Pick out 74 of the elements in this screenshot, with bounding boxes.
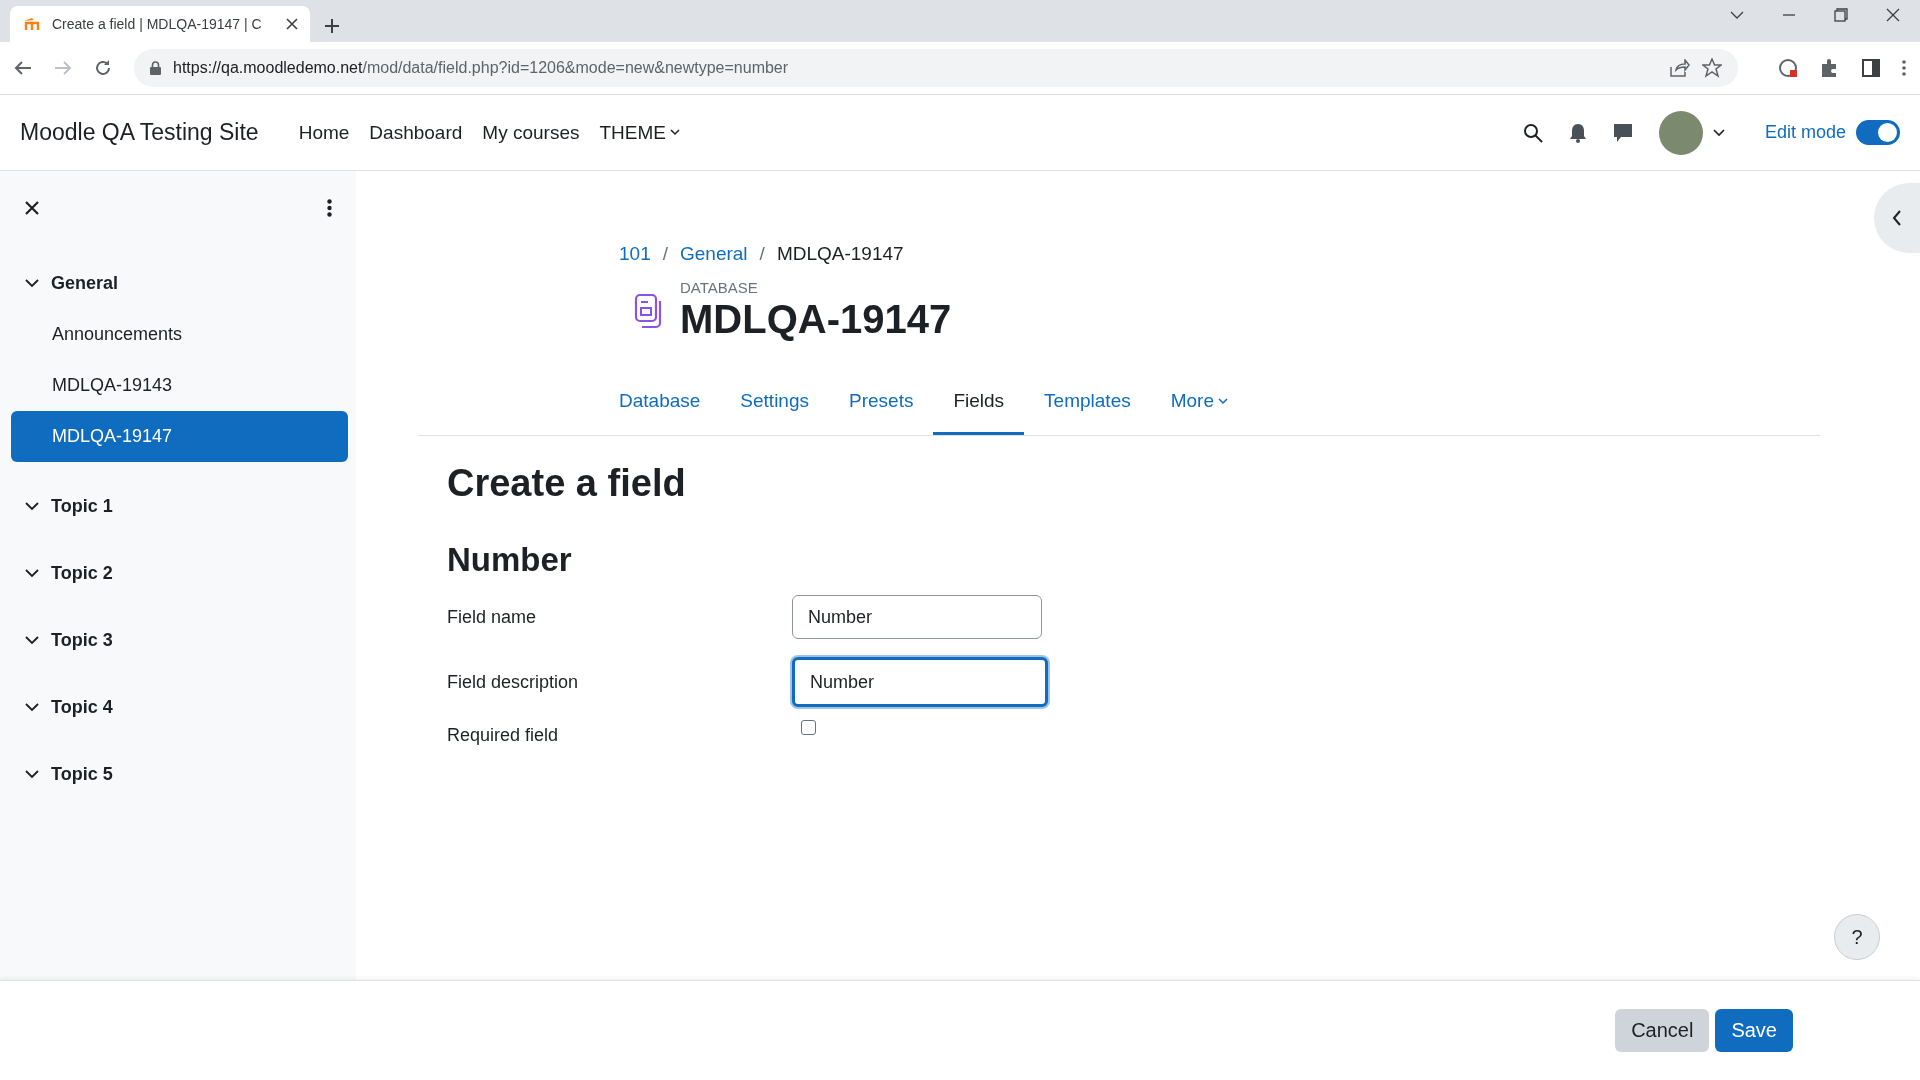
nav-link[interactable]: My courses	[482, 121, 580, 144]
breadcrumb-separator: /	[759, 243, 765, 265]
nav-link[interactable]: Home	[298, 121, 350, 144]
reload-icon[interactable]	[94, 59, 112, 77]
close-icon[interactable]	[1886, 8, 1900, 22]
nav-tab[interactable]: Fields	[933, 376, 1025, 435]
chevron-down-icon	[25, 502, 39, 511]
section-toggle[interactable]: Topic 2	[11, 551, 348, 596]
breadcrumb-link[interactable]: 101	[619, 243, 651, 265]
nav-tab[interactable]: Settings	[720, 376, 829, 435]
field-label: Required field	[447, 725, 560, 746]
chevron-down-icon	[25, 569, 39, 578]
section-heading: Number	[447, 541, 573, 579]
text-field[interactable]: Number	[792, 657, 1048, 707]
nav-link[interactable]: Dashboard	[369, 121, 463, 144]
chevron-left-icon	[1892, 210, 1902, 226]
sidebar-item[interactable]: MDLQA-19147	[11, 411, 348, 462]
kebab-menu-icon[interactable]	[327, 199, 332, 217]
site-name[interactable]: Moodle QA Testing Site	[20, 119, 259, 146]
save-button[interactable]: Save	[1715, 1009, 1793, 1052]
close-icon[interactable]	[286, 18, 298, 30]
lock-icon	[150, 61, 161, 75]
field-label: Field description	[447, 671, 580, 693]
chevron-down-icon	[669, 129, 680, 136]
url-text: https://qa.moodledemo.net/mod/data/field.php?id=1206&mode=new&newtype=number	[173, 59, 789, 77]
database-icon	[634, 292, 664, 329]
page-heading: Create a field	[447, 462, 687, 505]
nav-tab[interactable]: Presets	[829, 376, 934, 435]
sidebar-item[interactable]: MDLQA-19143	[11, 360, 348, 411]
help-button[interactable]: ?	[1834, 914, 1880, 960]
drawer-toggle-button[interactable]	[1874, 183, 1920, 253]
bell-icon[interactable]	[1568, 122, 1587, 143]
tab-title: Create a field | MDLQA-19147 | C	[52, 16, 263, 32]
chevron-down-icon[interactable]	[1712, 128, 1725, 137]
search-icon[interactable]	[1522, 122, 1543, 143]
section-toggle[interactable]: Topic 3	[11, 618, 348, 663]
nav-tab[interactable]: Templates	[1024, 376, 1151, 435]
chevron-down-icon	[25, 636, 39, 645]
activity-type-label: DATABASE	[680, 279, 759, 296]
kebab-menu-icon[interactable]	[1902, 60, 1906, 76]
moodle-logo-icon	[22, 17, 42, 31]
chevron-down-icon	[1218, 397, 1228, 405]
section-toggle[interactable]: Topic 1	[11, 484, 348, 529]
star-icon[interactable]	[1702, 58, 1722, 78]
breadcrumb-link[interactable]: General	[680, 243, 748, 265]
checkbox[interactable]	[801, 720, 816, 735]
chat-icon[interactable]	[1612, 122, 1633, 143]
section-toggle[interactable]: Topic 4	[11, 685, 348, 730]
extension-icon[interactable]	[1778, 58, 1798, 78]
more-dropdown-tab[interactable]: More	[1150, 376, 1248, 435]
browser-tab[interactable]: Create a field | MDLQA-19147 | C	[10, 6, 310, 42]
cancel-button[interactable]: Cancel	[1615, 1009, 1710, 1052]
chevron-down-icon	[25, 279, 39, 288]
section-toggle[interactable]: Topic 5	[11, 752, 348, 797]
section-toggle[interactable]: General	[11, 261, 348, 306]
nav-tab[interactable]: Database	[599, 376, 721, 435]
back-arrow-icon[interactable]	[14, 60, 32, 76]
activity-title: MDLQA-19147	[680, 296, 952, 342]
chevron-down-icon	[25, 703, 39, 712]
text-field[interactable]: Number	[792, 595, 1042, 639]
address-bar[interactable]: https://qa.moodledemo.net/mod/data/field.php?id=1206&mode=new&newtype=number	[134, 49, 1738, 87]
sidebar-item[interactable]: Announcements	[11, 309, 348, 360]
side-panel-icon[interactable]	[1862, 59, 1880, 77]
field-label: Field name	[447, 606, 538, 628]
restore-icon[interactable]	[1834, 8, 1848, 22]
edit-mode-toggle[interactable]	[1856, 120, 1900, 145]
chevron-down-icon	[25, 770, 39, 779]
new-tab-icon[interactable]	[324, 18, 340, 34]
breadcrumb-current: MDLQA-19147	[776, 243, 904, 265]
breadcrumb-separator: /	[662, 243, 668, 265]
theme-dropdown[interactable]: THEME	[599, 121, 680, 144]
edit-mode-label: Edit mode	[1764, 122, 1846, 143]
share-icon[interactable]	[1670, 59, 1690, 77]
close-icon[interactable]	[25, 201, 39, 215]
